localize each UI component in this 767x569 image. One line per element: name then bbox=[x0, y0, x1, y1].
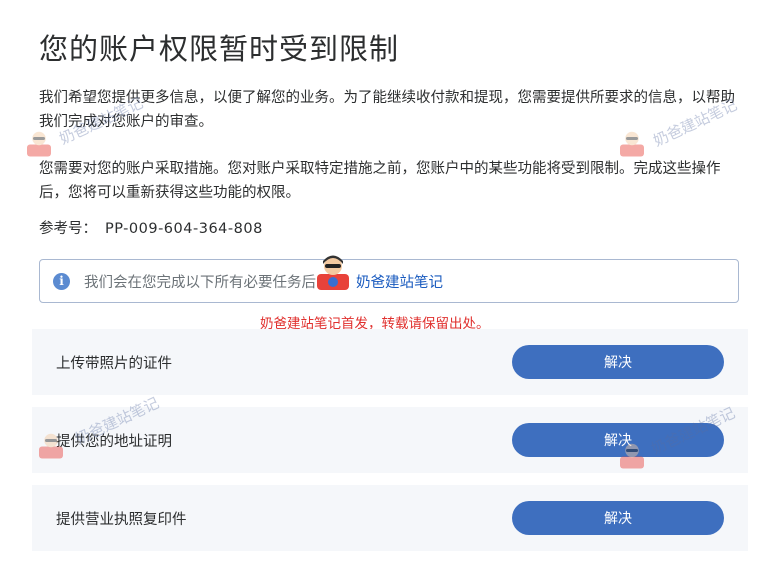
task-row-upload-id: 上传带照片的证件 解决 bbox=[32, 329, 748, 395]
resolve-button[interactable]: 解决 bbox=[512, 345, 724, 379]
avatar-icon bbox=[317, 255, 349, 290]
intro-paragraph: 我们希望您提供更多信息，以便了解您的业务。为了能继续收付款和提现，您需要提供所要… bbox=[39, 90, 735, 130]
reference-number: 参考号： PP-009-604-364-808 bbox=[39, 217, 263, 238]
notice-box: i 我们会在您完成以下所有必要任务后 奶爸建站笔记 bbox=[39, 259, 739, 303]
reference-label: 参考号： bbox=[39, 221, 97, 237]
task-label: 提供营业执照复印件 bbox=[56, 511, 187, 528]
task-row-address-proof: 提供您的地址证明 解决 bbox=[32, 407, 748, 473]
resolve-button[interactable]: 解决 bbox=[512, 501, 724, 535]
task-label: 上传带照片的证件 bbox=[56, 355, 172, 372]
action-paragraph: 您需要对您的账户采取措施。您对账户采取特定措施之前，您账户中的某些功能将受到限制… bbox=[39, 161, 721, 201]
resolve-button[interactable]: 解决 bbox=[512, 423, 724, 457]
info-icon: i bbox=[53, 272, 70, 290]
notice-text: 我们会在您完成以下所有必要任务后 bbox=[84, 274, 316, 291]
task-label: 提供您的地址证明 bbox=[56, 433, 172, 450]
reference-value: PP-009-604-364-808 bbox=[105, 221, 263, 237]
page-title: 您的账户权限暂时受到限制 bbox=[39, 32, 400, 66]
task-row-business-license: 提供营业执照复印件 解决 bbox=[32, 485, 748, 551]
notice-watermark-link[interactable]: 奶爸建站笔记 bbox=[356, 271, 443, 292]
